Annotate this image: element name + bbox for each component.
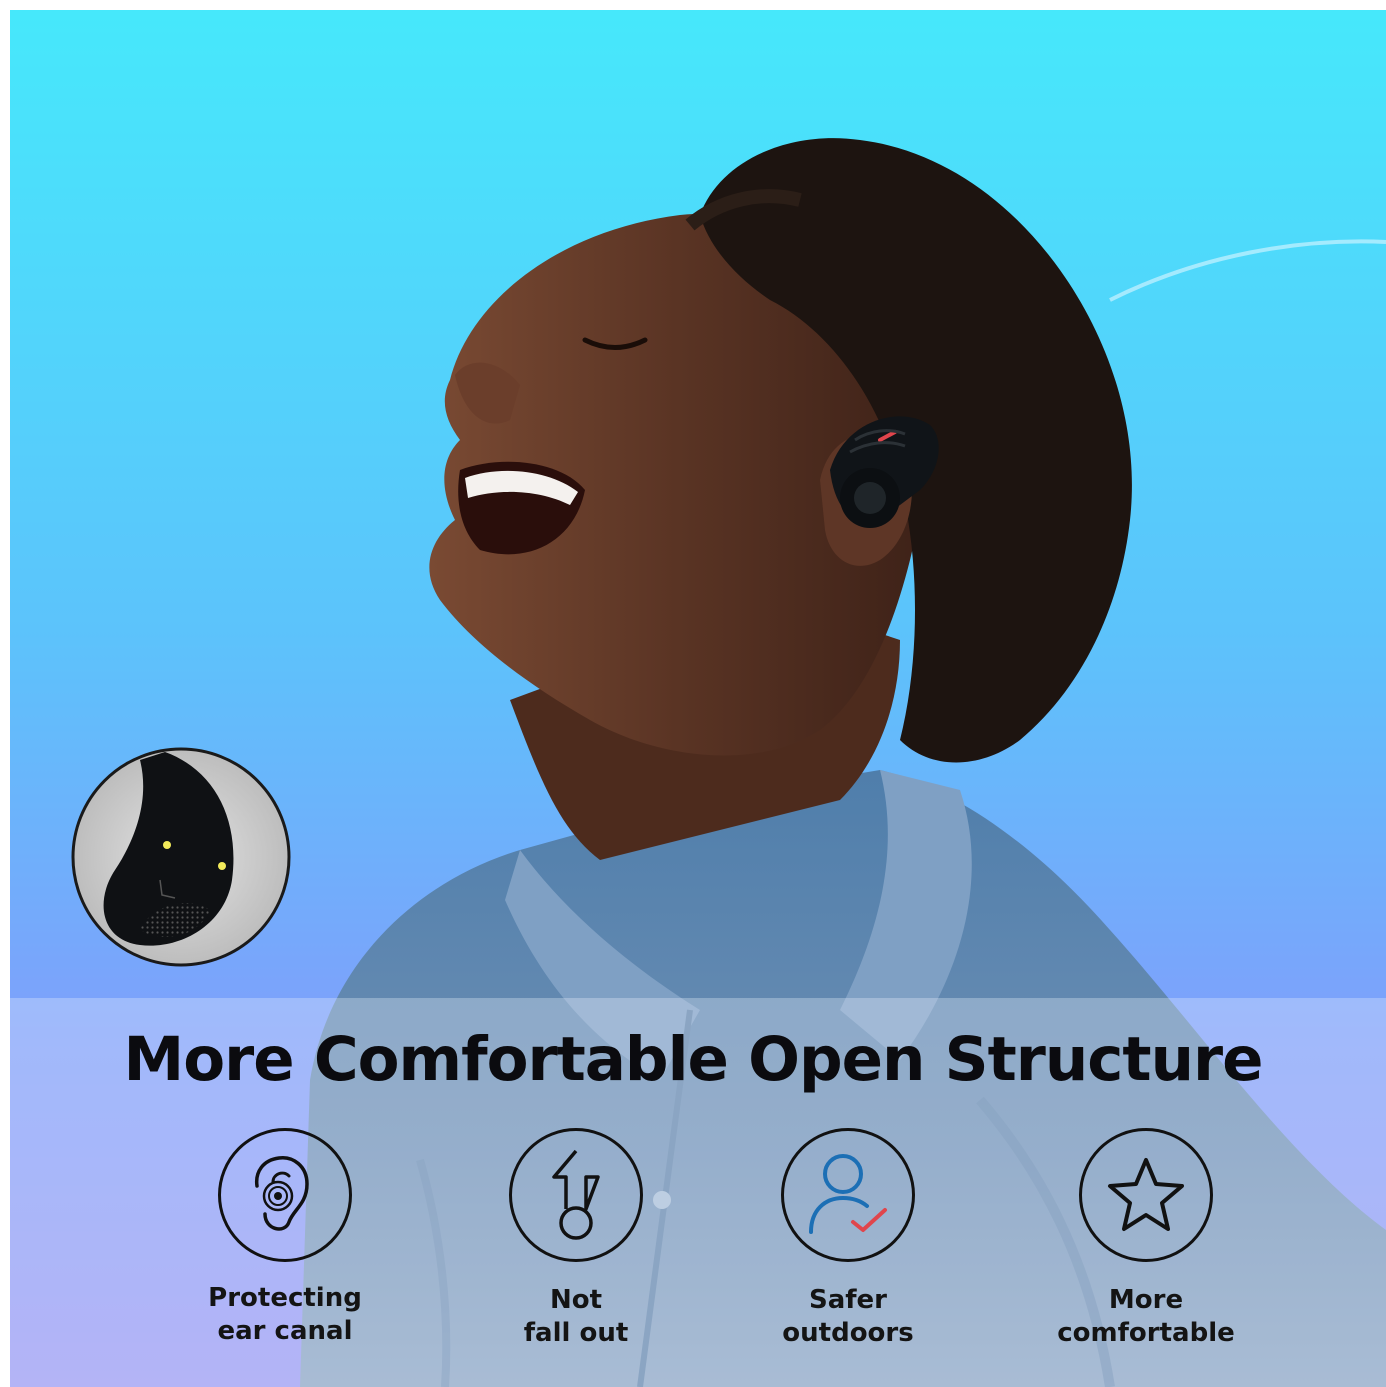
feature-label-line1: Protecting — [208, 1283, 362, 1313]
feature-icon-ring — [218, 1128, 352, 1262]
feature-icon-ring — [509, 1128, 643, 1262]
star-icon — [1108, 1158, 1184, 1231]
person-check-icon — [809, 1154, 887, 1234]
feature-label-line2: outdoors — [782, 1318, 914, 1348]
feature-label-line2: fall out — [523, 1318, 629, 1348]
feature-label-line1: More — [1108, 1285, 1184, 1315]
feature-label-line1: Safer — [808, 1285, 888, 1315]
feature-label: Safer outdoors — [738, 1284, 958, 1350]
product-banner: More Comfortable Open Structure Protecti… — [0, 0, 1386, 1387]
ear-icon — [254, 1156, 309, 1231]
feature-icon-ring — [781, 1128, 915, 1262]
feature-label: Not fall out — [466, 1284, 686, 1350]
feature-label: More comfortable — [1036, 1284, 1256, 1350]
feature-safer-outdoors: Safer outdoors — [738, 1128, 958, 1350]
feature-icon-ring — [1079, 1128, 1213, 1262]
feature-label-line2: comfortable — [1057, 1318, 1235, 1348]
feature-more-comfortable: More comfortable — [1036, 1128, 1256, 1350]
feature-not-fall-out: Not fall out — [466, 1128, 686, 1350]
feature-protecting-ear-canal: Protecting ear canal — [175, 1128, 395, 1348]
feature-label: Protecting ear canal — [175, 1282, 395, 1348]
feature-label-line2: ear canal — [217, 1316, 353, 1346]
arrow-up-icon — [552, 1149, 600, 1240]
earbud-closeup-inset — [71, 747, 291, 967]
feature-label-line1: Not — [549, 1285, 603, 1315]
headline: More Comfortable Open Structure — [123, 1024, 1264, 1095]
